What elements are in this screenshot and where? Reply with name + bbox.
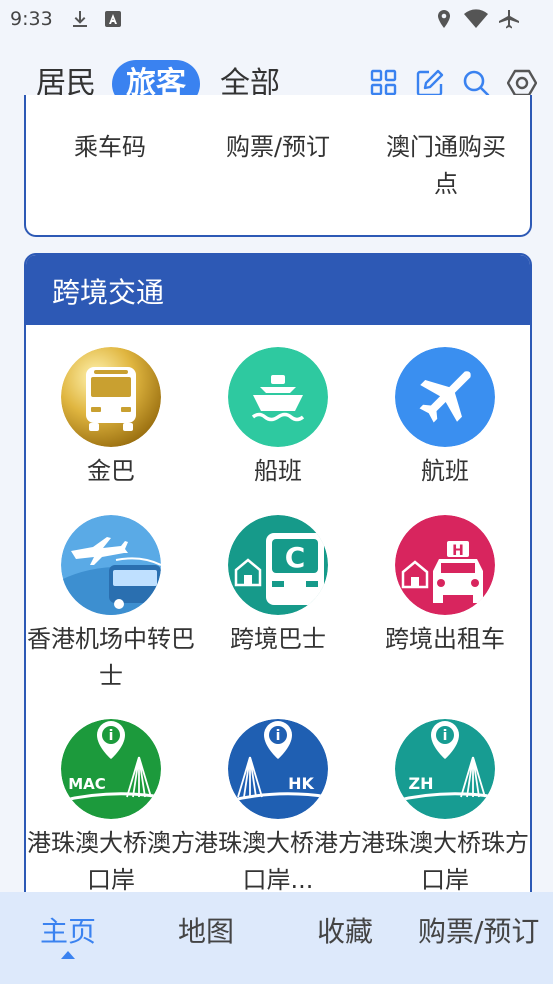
cross-border-bus-icon[interactable]: C: [228, 515, 328, 615]
nav-home[interactable]: 主页: [40, 910, 96, 950]
bridge-macau-port-label: 港珠澳大桥澳方口岸: [27, 829, 195, 894]
bus-icon[interactable]: [61, 347, 161, 447]
bottom-nav: 主页 地图 收藏 购票/预订: [0, 892, 553, 984]
cross-border-bus-label: 跨境巴士: [230, 625, 326, 653]
ship-icon[interactable]: [228, 347, 328, 447]
nav-favorites[interactable]: 收藏: [317, 910, 373, 950]
svg-text:C: C: [285, 541, 306, 574]
cross-border-title: 跨境交通: [52, 276, 165, 309]
active-indicator: [61, 951, 75, 959]
nav-tickets[interactable]: 购票/预订: [418, 910, 539, 950]
airplane-icon[interactable]: [395, 347, 495, 447]
ferry-label: 船班: [254, 457, 302, 485]
search-icon[interactable]: [461, 68, 491, 98]
bridge-zhuhai-port-label: 港珠澳大桥珠方口岸: [361, 829, 529, 894]
download-icon: [73, 11, 87, 27]
bridge-hk-icon[interactable]: i HK: [228, 719, 328, 819]
ride-code-item[interactable]: 乘车码: [26, 129, 194, 166]
taxi-icon[interactable]: H: [395, 515, 495, 615]
cross-border-card: 跨境交通 金巴 船班 航班 香港机场中转巴士 C 跨境巴士 H 跨境出租车 i …: [24, 253, 532, 957]
bridge-zh-icon[interactable]: i ZH: [395, 719, 495, 819]
wifi-icon: [464, 9, 488, 28]
airport-bus-icon[interactable]: [61, 515, 161, 615]
grid-icon[interactable]: [369, 68, 399, 98]
status-bar: 9:33: [0, 0, 553, 38]
cross-border-header: 跨境交通: [26, 255, 530, 325]
bridge-mac-icon[interactable]: i MAC: [61, 719, 161, 819]
nav-map[interactable]: 地图: [178, 910, 234, 950]
text-a-icon: [105, 11, 121, 27]
airplane-icon: [499, 10, 519, 29]
flight-label: 航班: [421, 457, 469, 485]
settings-icon[interactable]: [507, 68, 537, 98]
status-time: 9:33: [10, 8, 53, 30]
ticket-booking-item[interactable]: 购票/预订: [194, 129, 362, 166]
svg-text:HK: HK: [288, 774, 314, 793]
location-icon: [438, 10, 450, 28]
quick-services-card: 乘车码 购票/预订 澳门通购买点: [24, 95, 532, 237]
svg-text:i: i: [109, 728, 114, 744]
cross-border-taxi-label: 跨境出租车: [385, 625, 505, 653]
svg-text:i: i: [276, 728, 281, 744]
svg-text:i: i: [443, 728, 448, 744]
svg-text:ZH: ZH: [409, 774, 434, 793]
bridge-hk-port-label: 港珠澳大桥港方口岸...: [194, 829, 362, 894]
macau-pass-outlet-item[interactable]: 澳门通购买点: [376, 129, 516, 203]
edit-icon[interactable]: [415, 68, 445, 98]
golden-bus-label: 金巴: [87, 457, 135, 485]
svg-text:H: H: [452, 543, 464, 559]
svg-text:MAC: MAC: [68, 775, 106, 793]
airport-bus-label: 香港机场中转巴士: [27, 625, 195, 690]
